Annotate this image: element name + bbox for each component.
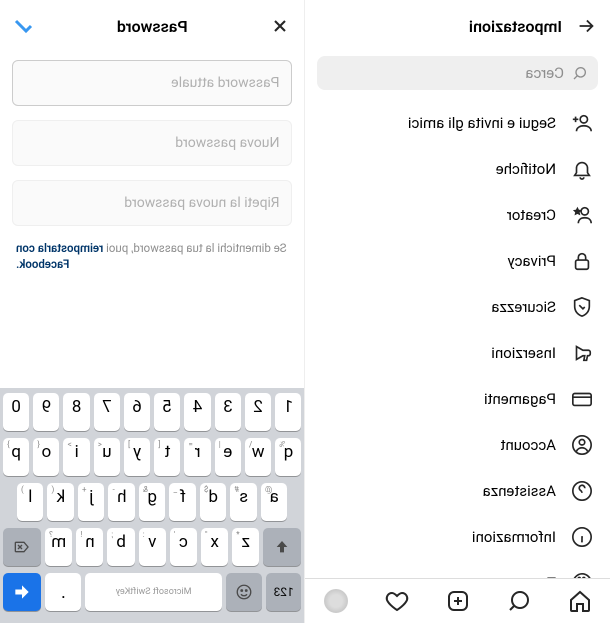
repeat-password-input[interactable]	[12, 180, 293, 226]
key-y[interactable]: y]	[124, 438, 150, 476]
key-7[interactable]: 7	[94, 393, 120, 431]
settings-item-help[interactable]: Assistenza	[306, 468, 610, 514]
space-key[interactable]: Microsoft SwiftKey	[85, 573, 222, 611]
search-icon	[572, 65, 588, 81]
creator-icon	[570, 203, 594, 227]
settings-item-bell[interactable]: Notifiche	[306, 146, 610, 192]
numeric-key[interactable]: 123	[266, 573, 302, 611]
key-0[interactable]: 0	[3, 393, 29, 431]
key-g[interactable]: g&	[139, 483, 166, 521]
settings-item-label: Privacy	[508, 252, 556, 270]
key-e[interactable]: e|	[215, 438, 241, 476]
settings-list: Segui e invita gli amici Notifiche Creator…	[306, 100, 610, 623]
key-a[interactable]: a@	[261, 483, 288, 521]
shield-icon	[570, 295, 594, 319]
search-placeholder: Cerca	[525, 64, 564, 82]
settings-item-label: Inserzioni	[491, 344, 556, 362]
confirm-icon[interactable]	[12, 14, 36, 38]
settings-item-label: Informazioni	[472, 528, 556, 546]
settings-item-shield[interactable]: Sicurezza	[306, 284, 610, 330]
key-u[interactable]: u<	[94, 438, 120, 476]
period-key[interactable]: .	[45, 573, 81, 611]
bell-icon	[570, 157, 594, 181]
back-icon[interactable]	[574, 14, 598, 38]
settings-item-label: Pagamenti	[484, 390, 556, 408]
account-icon	[570, 433, 594, 457]
keyboard: 1234567890q%w\e|r=t[y]u<i>o{p}a@s#d$f_g&…	[0, 388, 305, 623]
settings-item-lock[interactable]: Privacy	[306, 238, 610, 284]
key-v[interactable]: v:	[139, 528, 166, 566]
settings-item-label: Creator	[507, 206, 556, 224]
key-s[interactable]: s#	[231, 483, 258, 521]
card-icon	[570, 387, 594, 411]
current-password-input[interactable]	[12, 60, 293, 106]
settings-item-label: Notifiche	[496, 160, 556, 178]
key-x[interactable]: x"	[201, 528, 228, 566]
activity-icon[interactable]	[385, 589, 409, 613]
settings-item-add-user[interactable]: Segui e invita gli amici	[306, 100, 610, 146]
settings-item-label: Assistenza	[483, 482, 556, 500]
key-r[interactable]: r=	[185, 438, 211, 476]
search-nav-icon[interactable]	[507, 589, 531, 613]
settings-item-card[interactable]: Pagamenti	[306, 376, 610, 422]
key-n[interactable]: n!	[76, 528, 103, 566]
settings-item-account[interactable]: Account	[306, 422, 610, 468]
backspace-key[interactable]	[3, 528, 41, 566]
key-p[interactable]: p}	[3, 438, 29, 476]
key-5[interactable]: 5	[154, 393, 180, 431]
key-6[interactable]: 6	[124, 393, 150, 431]
settings-item-label: Segui e invita gli amici	[408, 114, 556, 132]
password-title: Password	[36, 17, 269, 36]
close-icon[interactable]	[269, 14, 293, 38]
key-4[interactable]: 4	[185, 393, 211, 431]
settings-item-creator[interactable]: Creator	[306, 192, 610, 238]
shift-key[interactable]	[263, 528, 301, 566]
key-2[interactable]: 2	[245, 393, 271, 431]
key-8[interactable]: 8	[64, 393, 90, 431]
new-password-input[interactable]	[12, 120, 293, 166]
search-input[interactable]: Cerca	[318, 56, 599, 90]
reset-facebook-link[interactable]: reimpostarla con Facebook.	[16, 241, 103, 271]
help-icon	[570, 479, 594, 503]
help-text: Se dimentichi la tua password, puoi reim…	[12, 240, 293, 272]
key-h[interactable]: h-	[109, 483, 136, 521]
megaphone-icon	[570, 341, 594, 365]
key-b[interactable]: b;	[107, 528, 134, 566]
password-header: Password	[0, 0, 305, 52]
key-k[interactable]: k(	[48, 483, 75, 521]
settings-item-label: Account	[500, 436, 556, 454]
info-icon	[570, 525, 594, 549]
settings-item-megaphone[interactable]: Inserzioni	[306, 330, 610, 376]
bottom-nav	[306, 578, 610, 623]
key-3[interactable]: 3	[215, 393, 241, 431]
enter-key[interactable]	[3, 573, 41, 611]
key-j[interactable]: j+	[78, 483, 105, 521]
key-9[interactable]: 9	[33, 393, 59, 431]
add-post-icon[interactable]	[446, 589, 470, 613]
lock-icon	[570, 249, 594, 273]
key-m[interactable]: m?	[45, 528, 72, 566]
settings-title: Impostazioni	[318, 17, 563, 36]
key-q[interactable]: q%	[275, 438, 301, 476]
key-i[interactable]: i>	[64, 438, 90, 476]
key-w[interactable]: w\	[245, 438, 271, 476]
key-1[interactable]: 1	[275, 393, 301, 431]
key-c[interactable]: c'	[170, 528, 197, 566]
key-l[interactable]: l)	[17, 483, 44, 521]
settings-item-label: Sicurezza	[491, 298, 556, 316]
settings-header: Impostazioni	[306, 0, 610, 52]
password-form: Se dimentichi la tua password, puoi reim…	[0, 52, 305, 280]
key-z[interactable]: z*	[232, 528, 259, 566]
emoji-key[interactable]	[226, 573, 262, 611]
key-f[interactable]: f_	[170, 483, 197, 521]
key-t[interactable]: t[	[154, 438, 180, 476]
add-user-icon	[570, 111, 594, 135]
profile-avatar[interactable]	[324, 589, 348, 613]
key-o[interactable]: o{	[33, 438, 59, 476]
key-d[interactable]: d$	[200, 483, 227, 521]
home-icon[interactable]	[568, 589, 592, 613]
settings-item-info[interactable]: Informazioni	[306, 514, 610, 560]
